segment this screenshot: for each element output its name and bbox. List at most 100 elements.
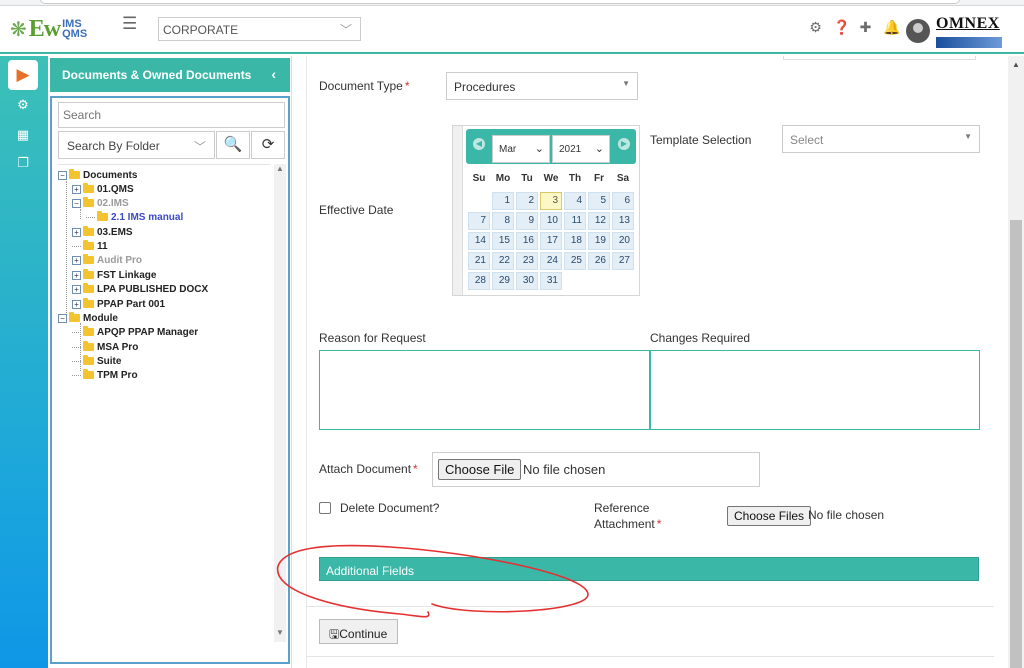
tree-item-module[interactable]: − Module (58, 311, 118, 325)
tree-item-label: Module (83, 312, 118, 324)
app-logo[interactable]: ❋ Ew IMS QMS (10, 14, 87, 44)
document-type-select[interactable]: Procedures ▼ (446, 72, 638, 100)
tree-item-documents[interactable]: − Documents (58, 168, 137, 182)
prev-month-icon[interactable]: ◀ (473, 138, 485, 150)
calendar-day[interactable]: 29 (492, 272, 514, 290)
calendar-day[interactable]: 11 (564, 212, 586, 230)
tree-connector (72, 245, 81, 247)
template-selection-select[interactable]: Select ▼ (782, 125, 980, 153)
scroll-up-icon[interactable]: ▲ (1012, 60, 1020, 69)
calendar-day[interactable]: 6 (612, 192, 634, 210)
copy-icon[interactable]: ❐ (12, 152, 34, 174)
calendar-day[interactable]: 7 (468, 212, 490, 230)
expand-icon[interactable]: + (72, 184, 81, 194)
building-icon[interactable]: ▦ (12, 124, 34, 146)
collapse-icon[interactable]: − (58, 170, 67, 180)
tree-item-01qms[interactable]: +01.QMS (72, 182, 134, 196)
continue-button[interactable]: 🖫Continue (319, 619, 398, 644)
reference-file-status: No file chosen (808, 508, 885, 522)
calendar-day[interactable]: 5 (588, 192, 610, 210)
avatar[interactable] (906, 19, 930, 43)
expand-icon[interactable]: + (72, 284, 81, 294)
bell-icon[interactable]: 🔔 (883, 19, 900, 36)
calendar-day[interactable]: 8 (492, 212, 514, 230)
expand-icon[interactable]: + (72, 227, 81, 237)
tree-item-fst-linkage[interactable]: + FST Linkage (72, 268, 156, 282)
scroll-down-icon[interactable]: ▼ (276, 628, 284, 637)
reason-textarea[interactable] (319, 350, 650, 430)
year-select[interactable]: 2021 ⌄ (552, 135, 610, 163)
calendar-day[interactable]: 22 (492, 252, 514, 270)
expand-icon[interactable]: + (72, 270, 81, 280)
changes-textarea[interactable] (650, 350, 980, 430)
calendar-day[interactable]: 19 (588, 232, 610, 250)
choose-files-button[interactable]: Choose Files (727, 506, 812, 526)
tree-item-msa-pro[interactable]: MSA Pro (72, 340, 138, 354)
calendar-day[interactable]: 23 (516, 252, 538, 270)
calendar-day[interactable]: 16 (516, 232, 538, 250)
scrollbar-thumb[interactable] (1010, 220, 1022, 668)
tree-item-suite[interactable]: Suite (72, 354, 121, 368)
additional-fields-header[interactable]: Additional Fields (319, 557, 979, 581)
collapse-icon[interactable]: − (72, 198, 81, 208)
calendar-day[interactable]: 21 (468, 252, 490, 270)
calendar-day[interactable]: 24 (540, 252, 562, 270)
tree-item-audit-pro[interactable]: + Audit Pro (72, 253, 142, 267)
calendar-day[interactable]: 28 (468, 272, 490, 290)
tree-item-lpa[interactable]: + LPA PUBLISHED DOCX (72, 282, 208, 296)
calendar-day[interactable]: 10 (540, 212, 562, 230)
tree-item-apqp[interactable]: APQP PPAP Manager (72, 325, 198, 339)
gear-icon[interactable]: ⚙ (808, 19, 823, 36)
tree-scrollbar[interactable]: ▲ ▼ (274, 164, 286, 642)
calendar-day[interactable]: 13 (612, 212, 634, 230)
tree-item-11[interactable]: 11 (72, 239, 108, 253)
expand-icon[interactable]: + (72, 255, 81, 265)
left-rail: ▶ ⚙ ▦ ❐ (0, 56, 48, 668)
calendar-day[interactable]: 15 (492, 232, 514, 250)
calendar-day[interactable]: 14 (468, 232, 490, 250)
help-icon[interactable]: ❓ (833, 19, 850, 36)
tree-item-ims-manual[interactable]: 2.1 IMS manual (86, 210, 183, 224)
settings-group-icon[interactable]: ⚙ (12, 94, 34, 116)
tree-item-03ems[interactable]: +03.EMS (72, 225, 133, 239)
calendar-day[interactable]: 3 (540, 192, 562, 210)
search-button[interactable]: 🔍 (216, 131, 250, 159)
calendar-day[interactable]: 25 (564, 252, 586, 270)
menu-icon[interactable]: ☰ (122, 14, 137, 34)
refresh-button[interactable]: ⟳ (251, 131, 285, 159)
month-select[interactable]: Mar ⌄ (492, 135, 550, 163)
address-bar-edge (40, 0, 960, 4)
collapse-icon[interactable]: − (58, 313, 67, 323)
choose-file-button[interactable]: Choose File (438, 459, 522, 480)
calendar-day[interactable]: 18 (564, 232, 586, 250)
folder-select[interactable]: Search By Folder ﹀ (58, 131, 215, 159)
tree-item-ppap[interactable]: + PPAP Part 001 (72, 297, 165, 311)
calendar-day[interactable]: 12 (588, 212, 610, 230)
next-month-icon[interactable]: ▶ (618, 138, 630, 150)
tree-item-02ims[interactable]: − 02.IMS (72, 196, 129, 210)
document-icon[interactable]: ▶ (8, 60, 38, 90)
tree-item-label: 02.IMS (97, 197, 129, 209)
template-selection-value: Select (790, 133, 824, 147)
calendar-day[interactable]: 2 (516, 192, 538, 210)
company-select[interactable]: CORPORATE ﹀ (158, 17, 361, 41)
calendar-day[interactable]: 20 (612, 232, 634, 250)
calendar-day[interactable]: 17 (540, 232, 562, 250)
folder-icon (83, 226, 94, 236)
calendar-day[interactable]: 31 (540, 272, 562, 290)
plus-icon[interactable]: ✚ (858, 19, 873, 36)
search-input[interactable] (58, 102, 285, 128)
delete-document-checkbox[interactable] (319, 502, 331, 514)
calendar-day[interactable]: 26 (588, 252, 610, 270)
page-scrollbar[interactable]: ▲ (1008, 56, 1024, 668)
calendar-day[interactable]: 1 (492, 192, 514, 210)
expand-icon[interactable]: + (72, 299, 81, 309)
calendar-day[interactable]: 4 (564, 192, 586, 210)
scroll-up-icon[interactable]: ▲ (276, 164, 284, 173)
calendar-day[interactable]: 30 (516, 272, 538, 290)
weekday-label: Tu (521, 173, 533, 184)
calendar-day[interactable]: 9 (516, 212, 538, 230)
calendar-day[interactable]: 27 (612, 252, 634, 270)
collapse-chevron-icon[interactable]: ‹ (271, 66, 276, 82)
tree-item-tpm-pro[interactable]: TPM Pro (72, 368, 138, 382)
